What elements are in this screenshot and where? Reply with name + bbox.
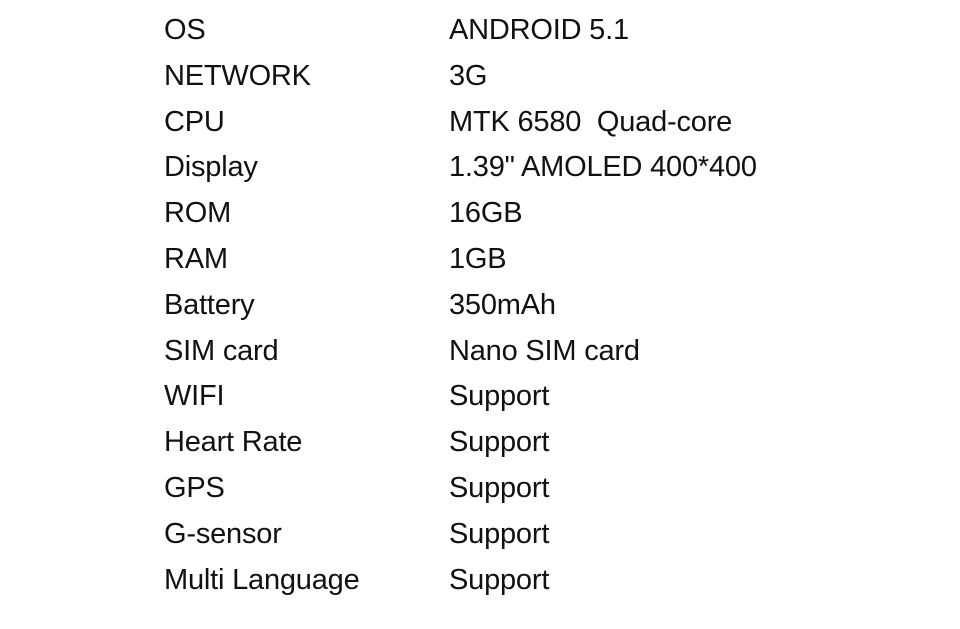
spec-label: ROM: [164, 197, 232, 230]
spec-row-gps: GPS Support: [164, 466, 757, 512]
spec-value: Nano SIM card: [449, 334, 640, 367]
spec-row-sim-card: SIM card Nano SIM card: [164, 329, 757, 375]
spec-label: NETWORK: [164, 59, 311, 92]
spec-row-battery: Battery 350mAh: [164, 283, 757, 329]
spec-value: 1.39" AMOLED 400*400: [449, 151, 757, 184]
spec-label: SIM card: [164, 334, 279, 367]
spec-label: WIFI: [164, 380, 225, 413]
spec-value: 1GB: [449, 242, 507, 275]
spec-row-os: OS ANDROID 5.1: [164, 8, 757, 54]
spec-row-network: NETWORK 3G: [164, 54, 757, 100]
spec-label: Multi Language: [164, 563, 360, 596]
spec-label: G-sensor: [164, 517, 282, 550]
spec-label: GPS: [164, 471, 225, 504]
spec-table: OS ANDROID 5.1 NETWORK 3G CPU MTK 6580 Q…: [164, 8, 757, 603]
spec-value: 16GB: [449, 197, 523, 230]
spec-value: Support: [449, 471, 550, 504]
spec-label: Battery: [164, 288, 255, 321]
spec-value: Support: [449, 563, 550, 596]
spec-label: RAM: [164, 242, 228, 275]
spec-label: Display: [164, 151, 258, 184]
spec-row-heart-rate: Heart Rate Support: [164, 420, 757, 466]
spec-value: ANDROID 5.1: [449, 14, 629, 46]
spec-row-display: Display 1.39" AMOLED 400*400: [164, 145, 757, 191]
spec-label: CPU: [164, 105, 225, 138]
spec-row-wifi: WIFI Support: [164, 374, 757, 420]
spec-label: OS: [164, 14, 206, 46]
spec-value: Support: [449, 517, 550, 550]
spec-value: MTK 6580 Quad-core: [449, 105, 733, 138]
spec-label: Heart Rate: [164, 426, 303, 459]
spec-row-multi-language: Multi Language Support: [164, 558, 757, 604]
spec-value: 3G: [449, 59, 488, 92]
spec-value: 350mAh: [449, 288, 556, 321]
spec-value: Support: [449, 426, 550, 459]
spec-row-rom: ROM 16GB: [164, 191, 757, 237]
spec-value: Support: [449, 380, 550, 413]
spec-row-g-sensor: G-sensor Support: [164, 512, 757, 558]
spec-row-ram: RAM 1GB: [164, 237, 757, 283]
spec-row-cpu: CPU MTK 6580 Quad-core: [164, 100, 757, 146]
